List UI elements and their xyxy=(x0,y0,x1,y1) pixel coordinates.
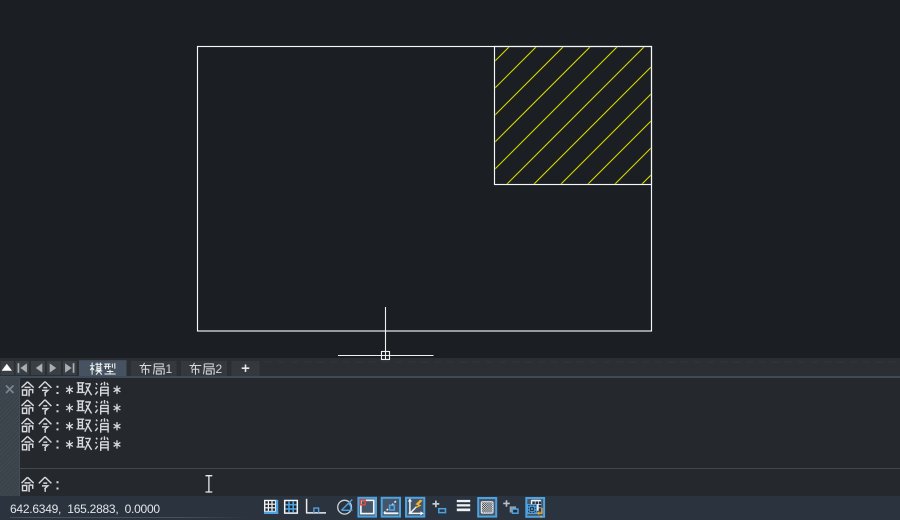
svg-text:2: 2 xyxy=(216,362,223,376)
svg-text:1: 1 xyxy=(166,362,173,376)
